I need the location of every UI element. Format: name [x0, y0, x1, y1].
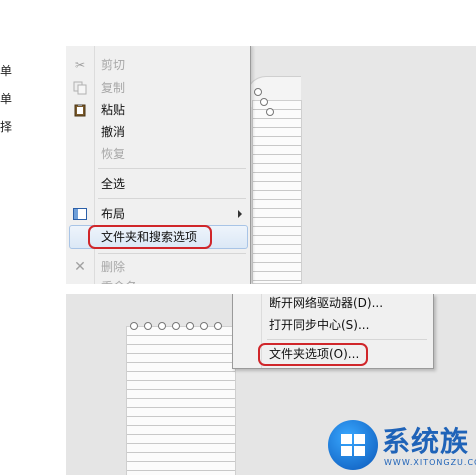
menu-item-disconnect-network-drive[interactable]: 断开网络驱动器(D)...	[233, 294, 433, 314]
left-fragment: 单	[0, 92, 13, 106]
menu-item-redo[interactable]: 恢复	[66, 143, 250, 165]
notepad-page-icon	[252, 100, 302, 284]
menu-item-copy[interactable]: 复制	[66, 77, 250, 99]
delete-icon: ✕	[74, 259, 86, 275]
scissors-icon: ✂	[74, 58, 86, 72]
menu-item-label: 打开同步中心(S)...	[269, 318, 370, 332]
watermark: 系统族 WWW.XITONGZU.COM	[326, 418, 476, 475]
menu-item-label: 撤消	[101, 125, 126, 139]
copy-icon	[73, 81, 87, 95]
menu-item-undo[interactable]: 撤消	[66, 121, 250, 143]
menu-item-paste[interactable]: 粘贴	[66, 99, 250, 121]
notepad-page-icon	[126, 326, 236, 475]
watermark-url: WWW.XITONGZU.COM	[384, 458, 476, 467]
menu-item-label: 复制	[101, 81, 126, 95]
context-menu: 断开网络驱动器(D)... 打开同步中心(S)... 文件夹选项(O)...	[232, 294, 434, 369]
menu-separator	[267, 339, 427, 340]
binder-ring	[144, 322, 152, 330]
context-menu: ✂ 剪切 复制 粘贴 撤消 恢复 全选 布局 文件夹和搜索选项 ✕ 删除	[66, 46, 251, 284]
binder-ring	[172, 322, 180, 330]
menu-item-label: 粘贴	[101, 103, 126, 117]
menu-item-open-sync-center[interactable]: 打开同步中心(S)...	[233, 314, 433, 336]
menu-item-label: 全选	[101, 177, 126, 191]
layout-icon	[73, 207, 87, 221]
menu-item-cut[interactable]: ✂ 剪切	[66, 54, 250, 76]
menu-separator	[98, 253, 246, 254]
menu-item-label: 重命名	[101, 276, 137, 284]
left-fragment: 择	[0, 120, 13, 134]
menu-item-label: 断开网络驱动器(D)...	[269, 296, 384, 310]
menu-item-label: 布局	[101, 207, 126, 221]
menu-item-delete[interactable]: ✕ 删除	[66, 256, 250, 278]
red-highlight-outline	[258, 343, 368, 366]
menu-item-label: 剪切	[101, 58, 126, 72]
windows-logo-icon	[328, 420, 378, 470]
binder-ring	[158, 322, 166, 330]
explorer-screenshot-top: ✂ 剪切 复制 粘贴 撤消 恢复 全选 布局 文件夹和搜索选项 ✕ 删除	[66, 46, 476, 284]
left-fragment: 单	[0, 64, 13, 78]
menu-separator	[98, 198, 246, 199]
menu-separator	[98, 168, 246, 169]
left-cropped-panel: 单 单 择	[0, 0, 66, 475]
submenu-arrow-icon	[238, 210, 242, 218]
watermark-name: 系统族	[382, 425, 470, 458]
clipboard-icon	[73, 103, 87, 117]
menu-item-label: 恢复	[101, 147, 126, 161]
binder-ring	[266, 108, 274, 116]
menu-item-rename[interactable]: 重命名	[66, 276, 250, 284]
menu-item-label: 删除	[101, 260, 126, 274]
binder-ring	[186, 322, 194, 330]
menu-item-layout[interactable]: 布局	[66, 203, 250, 225]
binder-ring	[254, 88, 262, 96]
binder-ring	[214, 322, 222, 330]
binder-ring	[130, 322, 138, 330]
menu-item-select-all[interactable]: 全选	[66, 173, 250, 195]
binder-ring	[260, 98, 268, 106]
binder-ring	[200, 322, 208, 330]
red-highlight-outline	[88, 225, 212, 249]
